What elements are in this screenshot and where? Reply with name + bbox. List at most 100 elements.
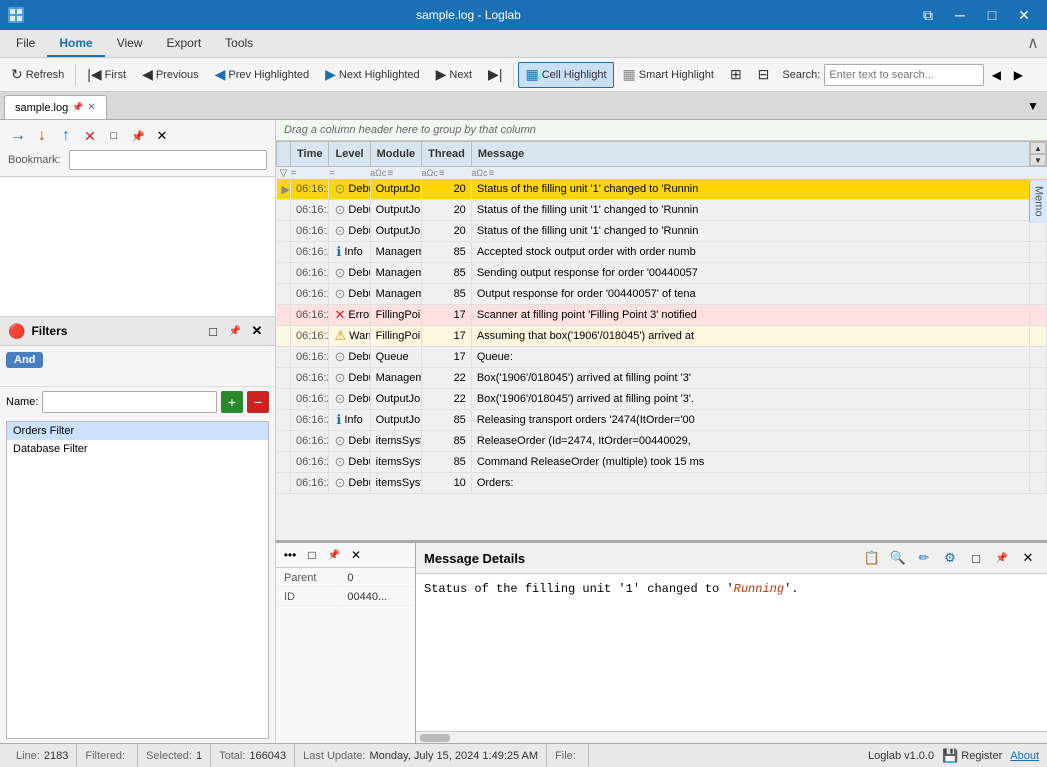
cell-highlight-button[interactable]: ▦ Cell Highlight <box>518 62 613 88</box>
filter-scroll-cell <box>1030 167 1047 180</box>
bookmark-arrow-up[interactable]: ↑ <box>56 126 76 146</box>
data-table: Time Level Module Thread Message ▲ ▼ <box>276 141 1047 494</box>
table-row[interactable]: 06:16:23,118⊙DebugQueue17Queue: <box>277 347 1047 368</box>
register-btn[interactable]: 💾 Register <box>942 748 1002 764</box>
table-row[interactable]: 06:16:23,117✕ErrorFillingPoint17Scanner … <box>277 305 1047 326</box>
menu-file[interactable]: File <box>4 30 47 57</box>
table-row[interactable]: 06:16:16,777ℹInfoManagementSystem85Accep… <box>277 242 1047 263</box>
and-badge: And <box>6 352 43 368</box>
bookmark-section: → ↓ ↑ ✕ □ 📌 ✕ Bookmark: <box>0 120 275 177</box>
bookmark-label: Bookmark: <box>8 154 61 166</box>
tab-close-btn[interactable]: ✕ <box>87 102 95 113</box>
bl-close-btn[interactable]: ✕ <box>346 545 366 565</box>
next-last-button[interactable]: ▶| <box>481 62 509 88</box>
tab-menu-btn[interactable]: ▼ <box>1023 93 1043 119</box>
filters-float-btn[interactable]: □ <box>203 321 223 341</box>
status-line: Line: 2183 <box>8 744 77 767</box>
table-row[interactable]: 06:16:23,138⊙DebugitemsSystemStore85Comm… <box>277 452 1047 473</box>
filter-name-input[interactable] <box>42 391 217 413</box>
md-edit-btn[interactable]: ✏ <box>913 547 935 569</box>
bookmark-input[interactable] <box>69 150 267 170</box>
md-running-text: Running <box>734 582 784 596</box>
bookmark-close[interactable]: ✕ <box>152 126 172 146</box>
title-bar: sample.log - Loglab ⧉ ─ □ ✕ <box>0 0 1047 30</box>
filter-orders[interactable]: Orders Filter <box>7 422 268 440</box>
md-scrollbar[interactable] <box>416 731 1047 743</box>
grid-wrapper[interactable]: Time Level Module Thread Message ▲ ▼ <box>276 141 1047 540</box>
md-doc-btn[interactable]: 📋 <box>861 547 883 569</box>
search-next-btn[interactable]: ▶ <box>1008 62 1028 88</box>
previous-button[interactable]: ◀ Previous <box>135 62 206 88</box>
bookmark-arrow-right[interactable]: → <box>8 126 28 146</box>
row-message: Releasing transport orders '2474(ItOrder… <box>471 410 1029 431</box>
menu-export[interactable]: Export <box>154 30 213 57</box>
bookmark-square[interactable]: □ <box>104 126 124 146</box>
md-gear-btn[interactable]: ⚙ <box>939 547 961 569</box>
table-row[interactable]: 06:16:16,778⊙DebugManagementSystem85Outp… <box>277 284 1047 305</box>
menu-home[interactable]: Home <box>47 30 104 57</box>
refresh-button[interactable]: ↻ Refresh <box>4 62 71 88</box>
filters-close-btn[interactable]: ✕ <box>247 321 267 341</box>
tab-pin-icon: 📌 <box>72 102 83 113</box>
menu-tools[interactable]: Tools <box>213 30 265 57</box>
bl-more-btn[interactable]: ••• <box>280 545 300 565</box>
md-pin-btn[interactable]: 📌 <box>991 547 1013 569</box>
row-message: Scanner at filling point 'Filling Point … <box>471 305 1029 326</box>
next-button[interactable]: ▶ Next <box>429 62 479 88</box>
prev-highlighted-button[interactable]: ◀ Prev Highlighted <box>208 62 317 88</box>
bl-label-parent: Parent <box>278 570 339 587</box>
window-minimize-btn[interactable]: ─ <box>945 0 975 30</box>
table-row[interactable]: 06:16:16,777⊙DebugManagementSystem85Send… <box>277 263 1047 284</box>
grid-btn-2[interactable]: ⊟ <box>751 62 777 88</box>
row-time: 06:16:11,549 <box>291 179 329 200</box>
th-level[interactable]: Level <box>329 142 370 167</box>
window-close-btn[interactable]: ✕ <box>1009 0 1039 30</box>
table-row[interactable]: 06:16:11,549⊙DebugOutputJob20Status of t… <box>277 221 1047 242</box>
bottom-left-panel: ••• □ 📌 ✕ Parent 0 ID 00440... <box>276 543 416 743</box>
row-module: OutputJob <box>370 221 422 242</box>
window-doc-btn[interactable]: ⧉ <box>913 0 943 30</box>
next-highlighted-button[interactable]: ▶ Next Highlighted <box>318 62 427 88</box>
th-message[interactable]: Message <box>471 142 1029 167</box>
table-row[interactable]: 06:16:23,338⊙DebugitemsSystemStore10Orde… <box>277 473 1047 494</box>
status-total-value: 166043 <box>249 750 286 762</box>
filter-delete-btn[interactable]: − <box>247 391 269 413</box>
first-button[interactable]: |◀ First <box>80 62 133 88</box>
bookmark-delete[interactable]: ✕ <box>80 126 100 146</box>
table-row[interactable]: 06:16:23,119⊙DebugitemsSystemStore85Rele… <box>277 431 1047 452</box>
table-row[interactable]: 06:16:23,118⊙DebugOutputJob22Box('1906'/… <box>277 389 1047 410</box>
th-time[interactable]: Time <box>291 142 329 167</box>
menu-view[interactable]: View <box>105 30 155 57</box>
th-module[interactable]: Module <box>370 142 422 167</box>
scroll-up-btn[interactable]: ▲ <box>1030 142 1046 154</box>
md-close-btn[interactable]: ✕ <box>1017 547 1039 569</box>
row-level: ⊙Debug <box>329 431 370 452</box>
bookmark-arrow-down[interactable]: ↓ <box>32 126 52 146</box>
th-thread[interactable]: Thread <box>422 142 472 167</box>
table-row[interactable]: 06:16:23,117⚠WarningFillingPoint17Assumi… <box>277 326 1047 347</box>
search-prev-btn[interactable]: ◀ <box>986 62 1006 88</box>
table-row[interactable]: 06:16:23,118⊙DebugManagementSystem22Box(… <box>277 368 1047 389</box>
memo-panel[interactable]: Memo <box>1029 180 1047 223</box>
row-module: OutputJob <box>370 389 422 410</box>
grid-btn-1[interactable]: ⊞ <box>723 62 749 88</box>
md-search-btn[interactable]: 🔍 <box>887 547 909 569</box>
table-row[interactable]: ▶06:16:11,549⊙DebugOutputJob20Status of … <box>277 179 1047 200</box>
table-row[interactable]: 06:16:11,549⊙DebugOutputJob20Status of t… <box>277 200 1047 221</box>
menu-collapse-btn[interactable]: ∧ <box>1023 30 1043 56</box>
search-input[interactable] <box>824 64 984 86</box>
tab-sample-log[interactable]: sample.log 📌 ✕ <box>4 95 107 119</box>
filter-add-btn[interactable]: + <box>221 391 243 413</box>
filters-pin-btn[interactable]: 📌 <box>225 321 245 341</box>
about-link[interactable]: About <box>1010 750 1039 762</box>
scroll-down-btn[interactable]: ▼ <box>1030 154 1046 166</box>
bl-pin-btn[interactable]: 📌 <box>324 545 344 565</box>
window-maximize-btn[interactable]: □ <box>977 0 1007 30</box>
row-expander <box>277 452 291 473</box>
bookmark-pin[interactable]: 📌 <box>128 126 148 146</box>
table-row[interactable]: 06:16:23,118ℹInfoOutputJob85Releasing tr… <box>277 410 1047 431</box>
filter-database[interactable]: Database Filter <box>7 440 268 458</box>
bl-square-btn[interactable]: □ <box>302 545 322 565</box>
md-square-btn[interactable]: □ <box>965 547 987 569</box>
smart-highlight-button[interactable]: ▦ Smart Highlight <box>616 62 721 88</box>
